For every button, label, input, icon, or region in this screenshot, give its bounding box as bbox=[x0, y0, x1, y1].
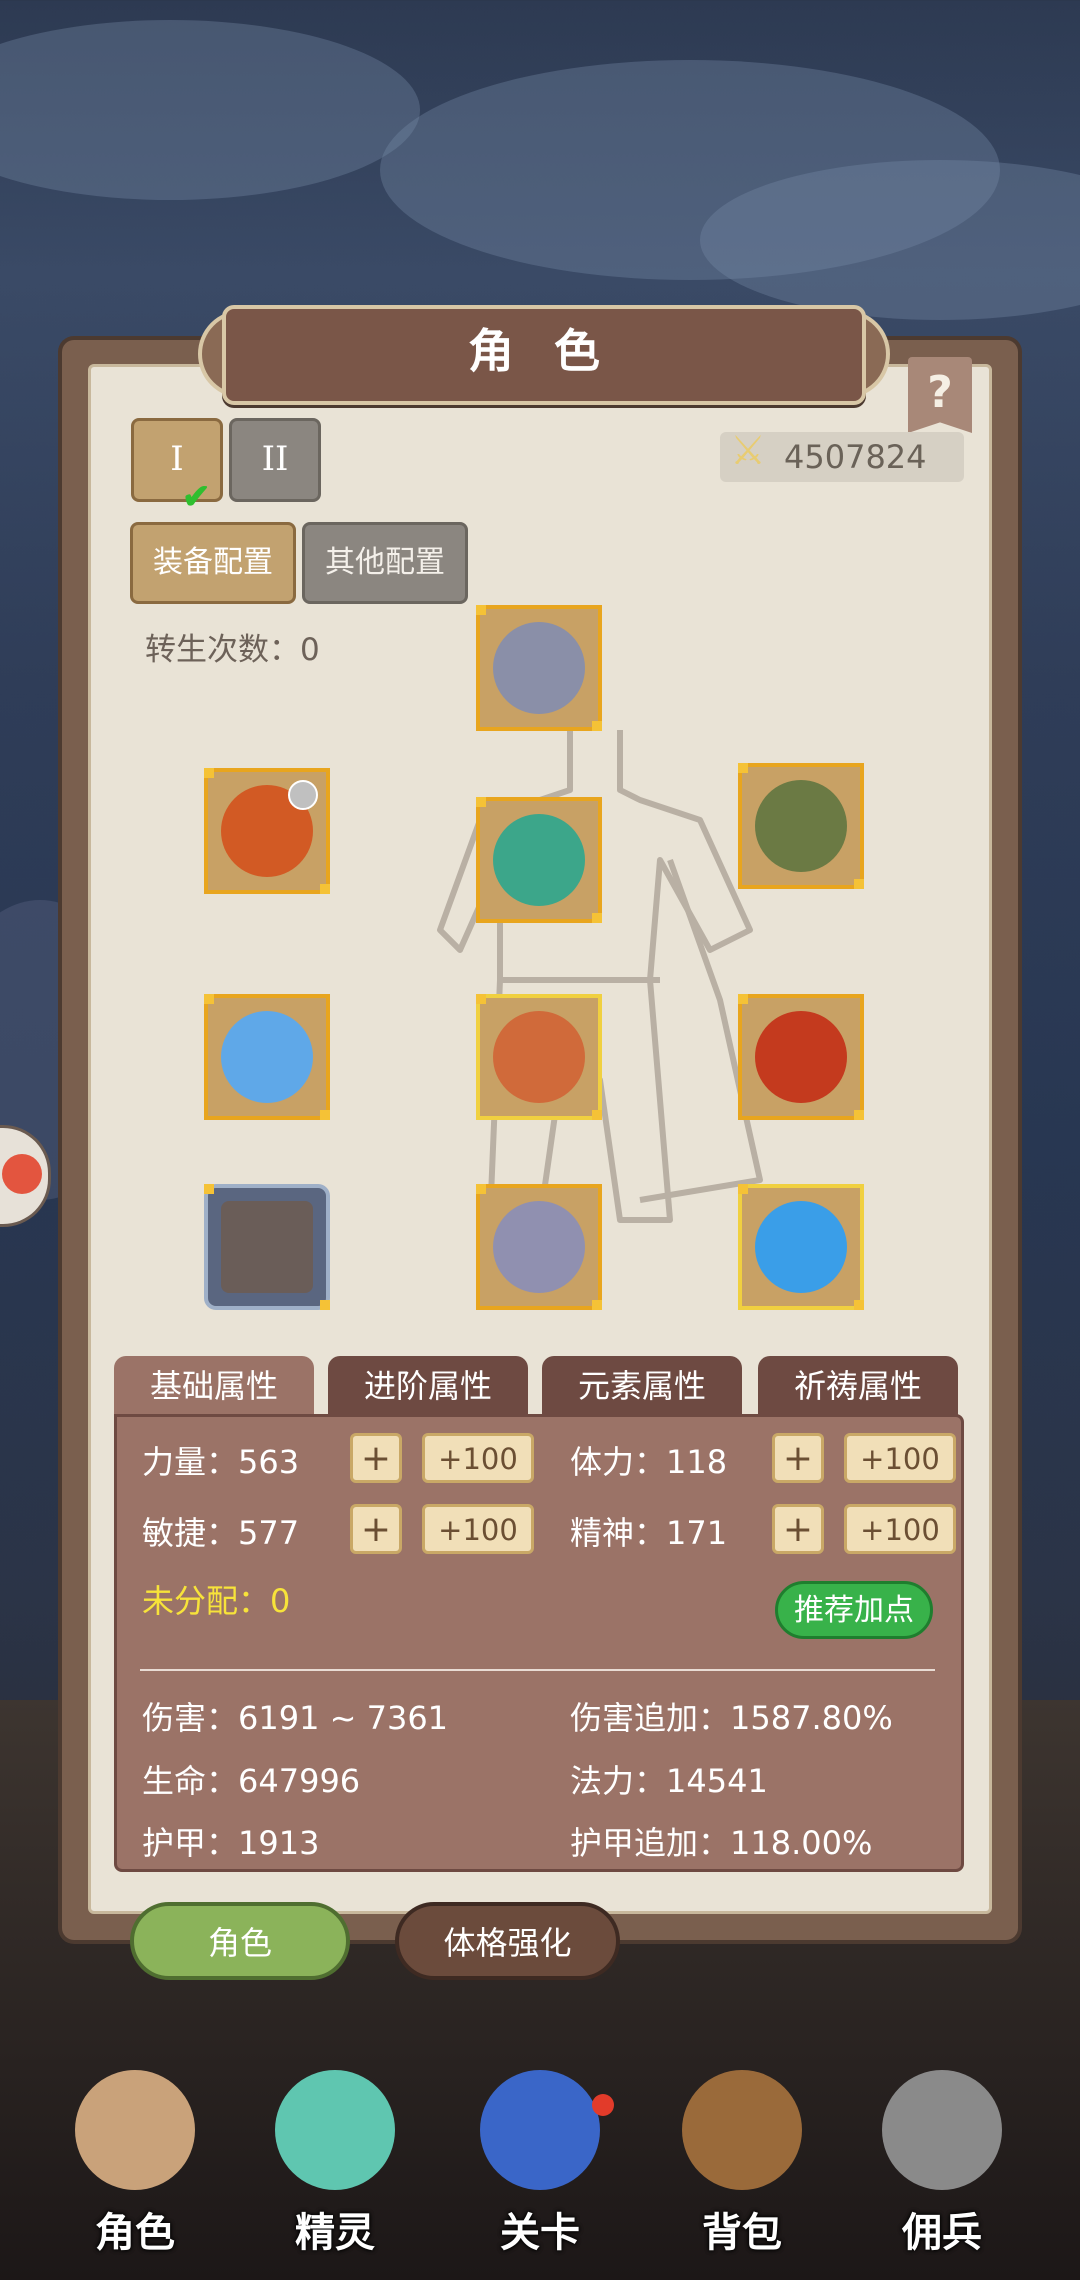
tab-basic-attributes[interactable]: 基础属性 bbox=[114, 1356, 314, 1416]
crossed-swords-icon: ⚔ bbox=[730, 428, 766, 474]
gem-icon bbox=[755, 1201, 847, 1293]
status-dot-icon bbox=[288, 780, 318, 810]
agility-stat: 敏捷：577 bbox=[142, 1514, 300, 1552]
spirit-icon bbox=[275, 2070, 395, 2190]
armor-icon bbox=[493, 814, 585, 906]
backpack-icon bbox=[682, 2070, 802, 2190]
stamina-plus100-button[interactable]: +100 bbox=[844, 1433, 956, 1483]
armor-bonus-stat: 护甲追加：118.00% bbox=[570, 1824, 873, 1862]
nav-role[interactable]: 角色 bbox=[55, 2050, 215, 2270]
preset-tab-2[interactable]: II bbox=[229, 418, 321, 502]
helmet-icon bbox=[493, 622, 585, 714]
rebirth-count: 转生次数：0 bbox=[145, 632, 320, 668]
nav-bag-label: 背包 bbox=[702, 2210, 782, 2256]
agility-plus100-button[interactable]: +100 bbox=[422, 1504, 534, 1554]
notification-dot-icon bbox=[592, 2094, 614, 2116]
strength-plus100-button[interactable]: +100 bbox=[422, 1433, 534, 1483]
helmet-slot[interactable] bbox=[476, 605, 602, 731]
crystal-icon bbox=[221, 1011, 313, 1103]
armor-slot[interactable] bbox=[476, 797, 602, 923]
gloves-slot[interactable] bbox=[738, 763, 864, 889]
nav-mercenary-label: 佣兵 bbox=[902, 2210, 982, 2256]
nav-bag[interactable]: 背包 bbox=[662, 2050, 822, 2270]
preset-tab-1[interactable]: I ✔ bbox=[131, 418, 223, 517]
divider bbox=[140, 1669, 935, 1671]
tab-role[interactable]: 角色 bbox=[130, 1902, 350, 1980]
help-button[interactable]: ? bbox=[908, 357, 972, 433]
shield-slot[interactable] bbox=[738, 994, 864, 1120]
life-stat: 生命：647996 bbox=[142, 1762, 361, 1800]
nav-spirit-label: 精灵 bbox=[295, 2210, 375, 2256]
damage-bonus-stat: 伤害追加：1587.80% bbox=[570, 1699, 893, 1737]
stage-icon bbox=[480, 2070, 600, 2190]
equipment-config-button[interactable]: 装备配置 bbox=[130, 522, 296, 604]
knight-helmet-icon bbox=[882, 2070, 1002, 2190]
belt-slot[interactable] bbox=[476, 994, 602, 1120]
nav-spirit[interactable]: 精灵 bbox=[255, 2050, 415, 2270]
tab-element-attributes[interactable]: 元素属性 bbox=[542, 1356, 742, 1416]
spirit-stat: 精神：171 bbox=[570, 1514, 728, 1552]
nav-role-label: 角色 bbox=[95, 2210, 175, 2256]
amulet-slot[interactable] bbox=[204, 994, 330, 1120]
belt-icon bbox=[493, 1011, 585, 1103]
pet-icon bbox=[2, 1154, 42, 1194]
recommend-points-button[interactable]: 推荐加点 bbox=[775, 1581, 933, 1639]
hero-icon bbox=[75, 2070, 195, 2190]
shield-icon bbox=[755, 1011, 847, 1103]
stamina-stat: 体力：118 bbox=[570, 1443, 728, 1481]
unassigned-points: 未分配：0 bbox=[142, 1582, 291, 1620]
damage-stat: 伤害：6191 ~ 7361 bbox=[142, 1699, 449, 1737]
other-config-button[interactable]: 其他配置 bbox=[302, 522, 468, 604]
tab-physique[interactable]: 体格强化 bbox=[395, 1902, 620, 1980]
mana-stat: 法力：14541 bbox=[570, 1762, 768, 1800]
costume-icon bbox=[221, 1201, 313, 1293]
gloves-icon bbox=[755, 780, 847, 872]
boots-icon bbox=[493, 1201, 585, 1293]
strength-plus-button[interactable]: + bbox=[350, 1433, 402, 1483]
strength-stat: 力量：563 bbox=[142, 1443, 300, 1481]
combat-power-value: 4507824 bbox=[784, 438, 927, 476]
boots-slot[interactable] bbox=[476, 1184, 602, 1310]
gem-slot[interactable] bbox=[738, 1184, 864, 1310]
costume-slot[interactable] bbox=[204, 1184, 330, 1310]
agility-plus-button[interactable]: + bbox=[350, 1504, 402, 1554]
armor-stat: 护甲：1913 bbox=[142, 1824, 320, 1862]
nav-mercenary[interactable]: 佣兵 bbox=[862, 2050, 1022, 2270]
preset-tab-2-label: II bbox=[261, 439, 289, 479]
spirit-plus100-button[interactable]: +100 bbox=[844, 1504, 956, 1554]
tab-advanced-attributes[interactable]: 进阶属性 bbox=[328, 1356, 528, 1416]
spirit-plus-button[interactable]: + bbox=[772, 1504, 824, 1554]
combat-power: ⚔ 4507824 bbox=[720, 428, 964, 482]
nav-stage[interactable]: 关卡 bbox=[460, 2050, 620, 2270]
weapon-slot[interactable] bbox=[204, 768, 330, 894]
page-title: 角 色 bbox=[467, 324, 612, 378]
stamina-plus-button[interactable]: + bbox=[772, 1433, 824, 1483]
nav-stage-label: 关卡 bbox=[500, 2210, 580, 2256]
tab-prayer-attributes[interactable]: 祈祷属性 bbox=[758, 1356, 958, 1416]
